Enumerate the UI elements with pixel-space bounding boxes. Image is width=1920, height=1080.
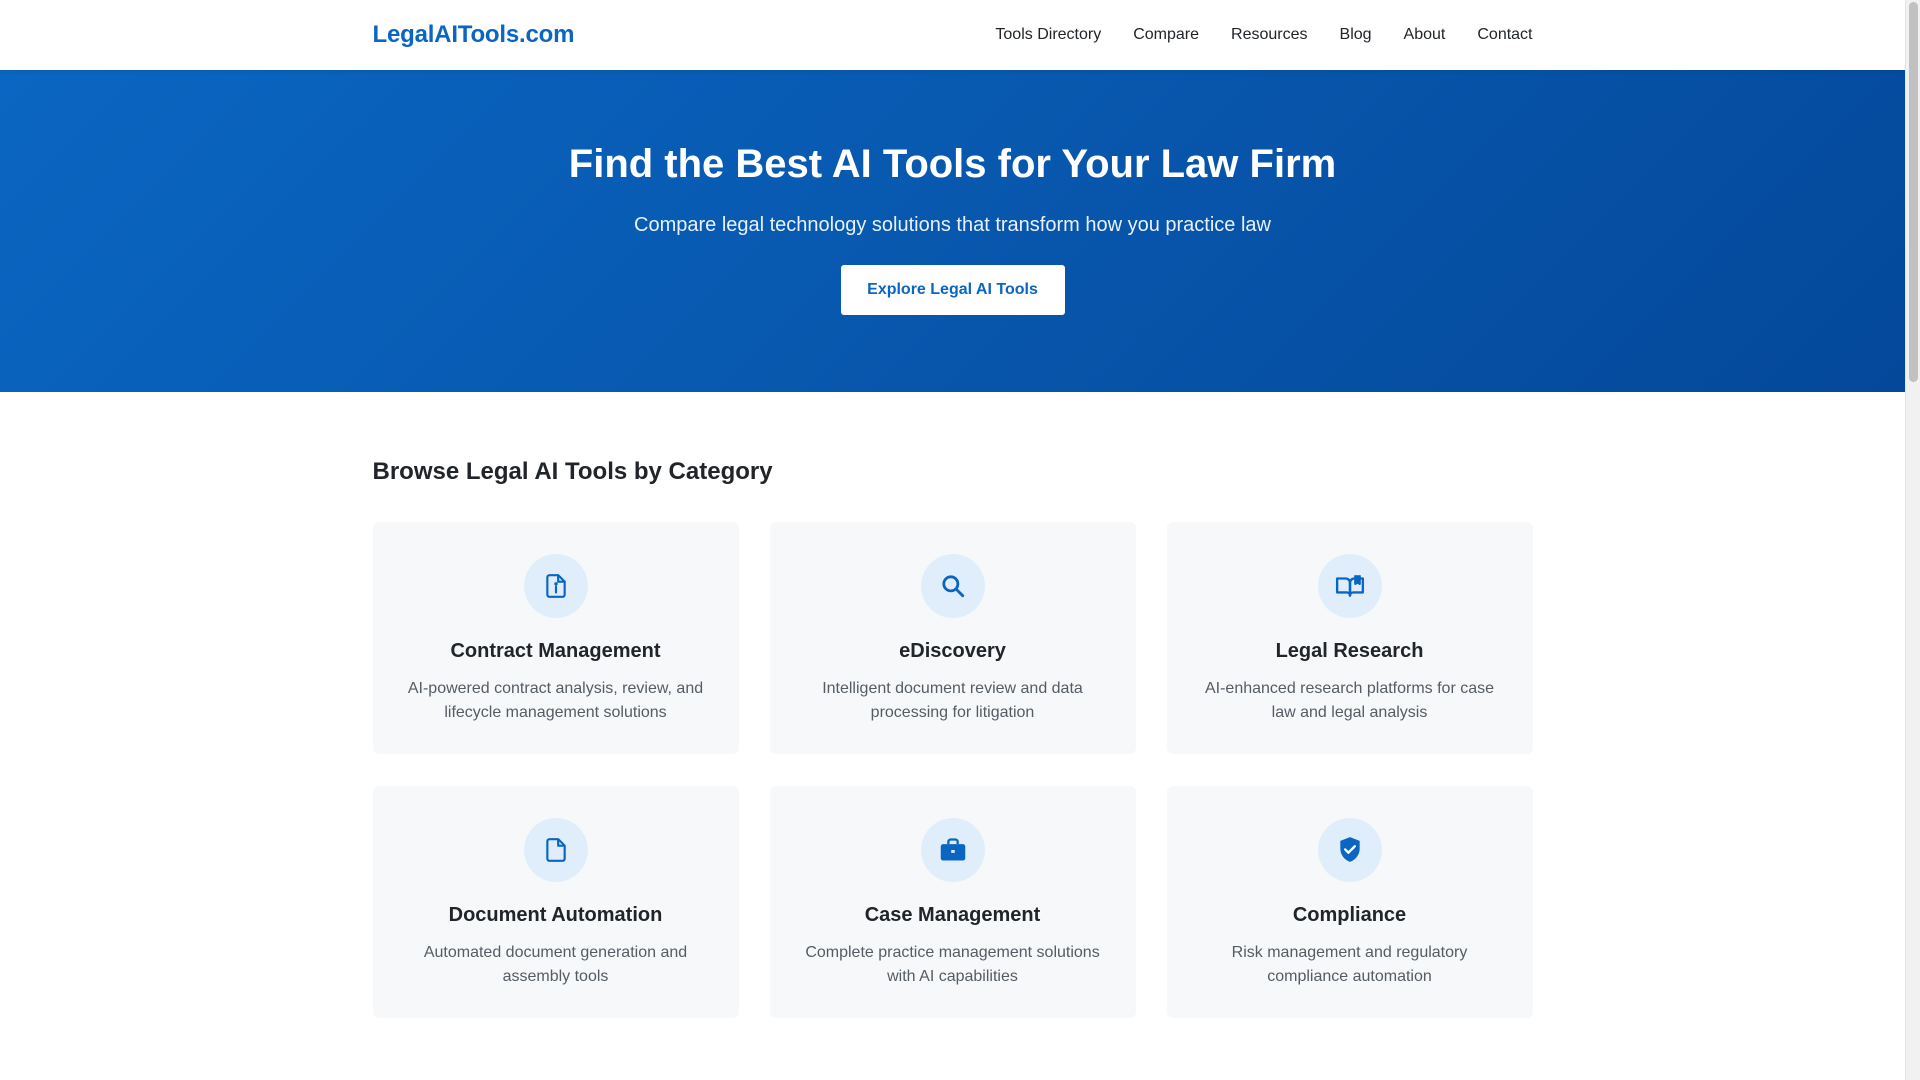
hero-title: Find the Best AI Tools for Your Law Firm [568,142,1337,186]
category-card-legal-research[interactable]: Legal Research AI-enhanced research plat… [1166,522,1533,754]
nav-tools-directory[interactable]: Tools Directory [995,26,1101,44]
search-icon [920,554,985,618]
site-logo[interactable]: LegalAITools.com [373,21,575,49]
page-scrollbar[interactable] [1905,0,1920,1080]
browser-viewport: LegalAITools.com Tools Directory Compare… [0,0,1920,1080]
card-description: AI-enhanced research platforms for case … [1204,680,1495,721]
categories-section: Browse Legal AI Tools by Category Contra… [372,392,1533,1018]
category-card-document-automation[interactable]: Document Automation Automated document g… [372,786,739,1018]
nav-contact[interactable]: Contact [1477,26,1532,44]
card-title: eDiscovery [899,640,1006,662]
category-card-contract-management[interactable]: Contract Management AI-powered contract … [372,522,739,754]
category-card-case-management[interactable]: Case Management Complete practice manage… [769,786,1136,1018]
nav-resources[interactable]: Resources [1231,26,1307,44]
card-description: Automated document generation and assemb… [423,944,688,985]
site-header: LegalAITools.com Tools Directory Compare… [0,0,1905,70]
main-nav: Tools Directory Compare Resources Blog A… [963,26,1532,44]
nav-blog[interactable]: Blog [1340,26,1372,44]
card-description: Risk management and regulatory complianc… [1231,944,1468,985]
card-title: Document Automation [448,904,663,926]
category-grid: Contract Management AI-powered contract … [372,522,1533,1018]
open-book-icon [1317,554,1382,618]
scrollbar-thumb[interactable] [1909,2,1918,382]
hero-subtitle: Compare legal technology solutions that … [634,214,1271,236]
section-title: Browse Legal AI Tools by Category [372,458,773,485]
hero-section: Find the Best AI Tools for Your Law Firm… [0,70,1905,392]
card-description: AI-powered contract analysis, review, an… [407,680,704,721]
briefcase-icon [920,818,985,882]
nav-about[interactable]: About [1404,26,1446,44]
document-icon [523,818,588,882]
header-inner: LegalAITools.com Tools Directory Compare… [373,0,1533,70]
card-title: Compliance [1292,904,1407,926]
card-title: Contract Management [450,640,661,662]
card-title: Case Management [864,904,1041,926]
card-description: Intelligent document review and data pro… [822,680,1083,721]
card-description: Complete practice management solutions w… [805,944,1100,985]
category-card-ediscovery[interactable]: eDiscovery Intelligent document review a… [769,522,1136,754]
contract-document-icon [523,554,588,618]
nav-compare[interactable]: Compare [1133,26,1199,44]
explore-tools-button[interactable]: Explore Legal AI Tools [840,265,1065,315]
page: LegalAITools.com Tools Directory Compare… [0,0,1905,1080]
category-card-compliance[interactable]: Compliance Risk management and regulator… [1166,786,1533,1018]
shield-check-icon [1317,818,1382,882]
card-title: Legal Research [1275,640,1424,662]
